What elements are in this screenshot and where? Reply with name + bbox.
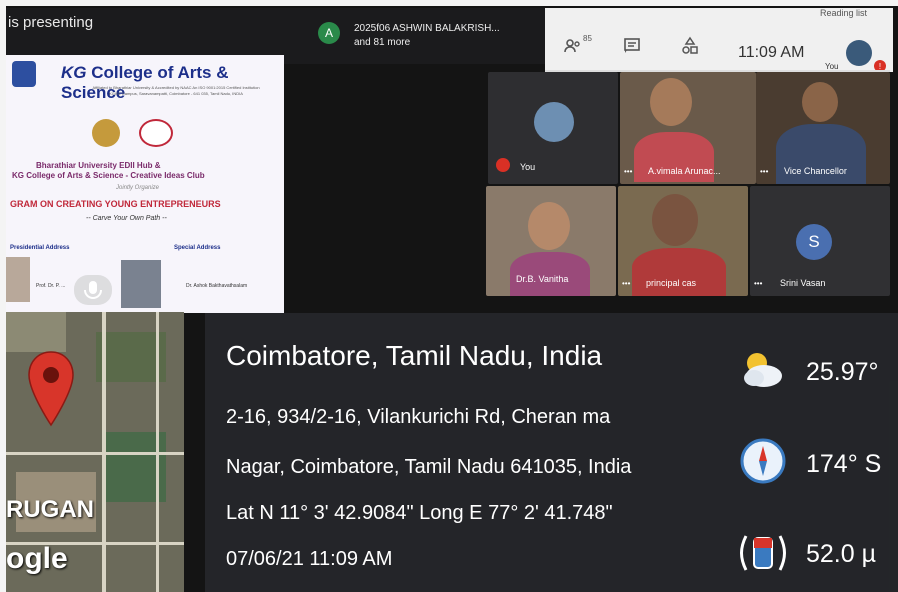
presenter-name: 2025f06 ASHWIN BALAKRISH... [354,23,500,34]
slide-presidential-label: Presidential Address [10,245,70,251]
participant-body [632,248,726,296]
participant-tile[interactable]: ••• Vice Chancellor [756,72,890,184]
presenter-others: and 81 more [354,37,411,48]
participant-tile[interactable]: S ••• Srini Vasan [750,186,890,296]
slide-program-title: GRAM ON CREATING YOUNG ENTREPRENEURS [10,199,221,209]
participant-tile[interactable]: Dr.B. Vanitha [486,186,616,296]
slide-jointly: Jointly Organize [116,185,160,191]
mic-off-icon [496,158,510,172]
compass-icon [740,438,786,484]
participant-name: Srini Vasan [780,278,826,288]
reading-list-button[interactable]: Reading list [820,8,867,18]
slide-affiliation: Affiliated to Bharathiar University & Ac… [92,85,260,96]
slide-college-title: KG College of Arts & Science [61,63,229,102]
avatar [534,102,574,142]
avatar: S [796,224,832,260]
speaker-name: Prof. Dr. P. ... [36,283,66,289]
participant-face [802,82,838,122]
people-icon[interactable] [563,36,583,56]
club-emblem [139,119,173,147]
more-icon[interactable]: ••• [624,167,632,176]
participant-name: You [520,162,536,172]
presentation-slide: KG College of Arts & Science Affiliated … [6,55,284,313]
participant-name: principal cas [646,278,697,288]
participant-name: Dr.B. Vanitha [516,274,569,284]
location-address-line2: Nagar, Coimbatore, Tamil Nadu 641035, In… [226,456,632,478]
participant-tile[interactable]: ••• principal cas [618,186,748,296]
meeting-clock: 11:09 AM [738,44,805,61]
people-count: 85 [583,34,592,43]
speaker-photo [6,257,30,302]
slide-special-label: Special Address [174,245,221,251]
mic-button[interactable] [74,275,112,305]
location-city: Coimbatore, Tamil Nadu, India [226,340,603,371]
participant-face [650,78,692,126]
more-icon[interactable]: ••• [622,279,630,288]
self-avatar[interactable] [846,40,872,66]
weather-icon [744,353,782,387]
participant-name: A.vimala Arunac... [648,166,721,176]
magnetic-value: 52.0 µ [806,540,877,568]
college-logo [12,61,36,87]
map-place-label: RUGAN [6,496,94,523]
speaker-photo [121,260,161,308]
temperature-value: 25.97° [806,358,879,386]
presenter-avatar: A [318,22,340,44]
participant-name: Vice Chancellor [784,166,847,176]
participant-tile[interactable]: You [488,72,618,184]
location-address-line1: 2-16, 934/2-16, Vilankurichi Rd, Cheran … [226,406,611,428]
participant-face [528,202,570,250]
more-icon[interactable]: ••• [760,167,768,176]
presenting-label: is presenting [8,14,94,31]
location-coordinates: Lat N 11° 3' 42.9084" Long E 77° 2' 41.7… [226,502,613,524]
photo-border-top [0,0,898,6]
activities-icon[interactable] [680,36,700,56]
university-emblem [92,119,120,147]
wind-direction-value: 174° S [806,450,882,478]
map-brand-label: ogle [6,542,68,575]
speaker-name: Dr. Ashok Bakthavathsalam [186,283,248,289]
slide-org-line1: Bharathiar University EDII Hub & [36,161,161,170]
more-icon[interactable]: ••• [754,279,762,288]
map-pin-icon [28,351,74,427]
magnetic-field-icon [740,535,786,571]
participant-face [652,194,698,246]
chat-icon[interactable] [622,36,642,56]
slide-org-line2: KG College of Arts & Science - Creative … [12,171,205,180]
location-datetime: 07/06/21 11:09 AM [226,548,393,570]
participant-tile[interactable]: ••• A.vimala Arunac... [620,72,756,184]
presenter-info[interactable]: 2025f06 ASHWIN BALAKRISH... and 81 more [354,22,500,50]
slide-tagline: -- Carve Your Own Path -- [86,215,167,222]
